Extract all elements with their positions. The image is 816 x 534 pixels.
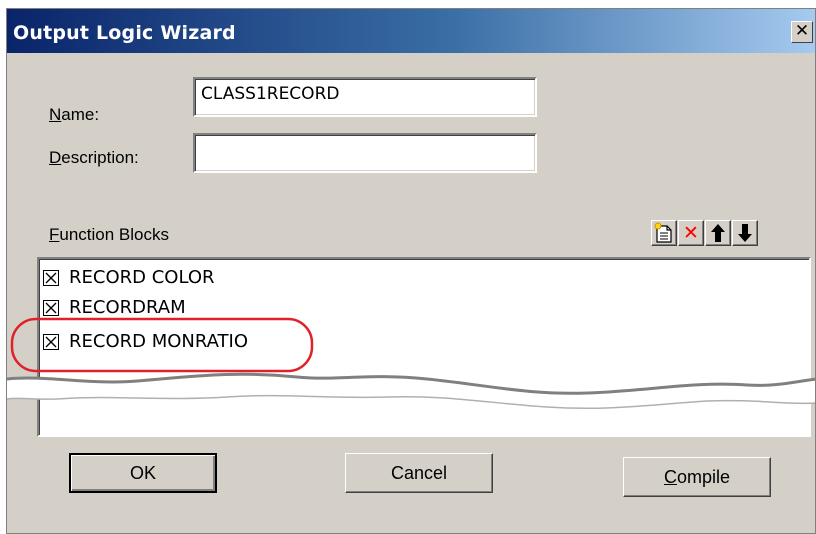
close-icon: ✕ <box>794 21 810 41</box>
list-item[interactable]: RECORDRAM <box>43 297 186 318</box>
compile-button[interactable]: Compile <box>623 457 771 497</box>
window-title: Output Logic Wizard <box>13 22 236 44</box>
checkbox-checked-icon[interactable] <box>43 270 59 286</box>
title-bar[interactable]: Output Logic Wizard ✕ <box>7 9 815 53</box>
new-document-icon <box>654 222 672 243</box>
ok-button[interactable]: OK <box>69 453 217 493</box>
description-field[interactable] <box>193 133 537 173</box>
name-label: Name: <box>49 105 100 124</box>
list-item[interactable]: RECORD COLOR <box>43 267 215 288</box>
arrow-up-icon <box>711 224 725 242</box>
delete-block-button[interactable]: ✕ <box>678 220 704 246</box>
move-down-button[interactable] <box>732 220 758 246</box>
description-label: Description: <box>49 148 139 167</box>
name-field[interactable]: CLASS1RECORD <box>193 77 537 117</box>
list-item-label: RECORD COLOR <box>69 267 215 288</box>
new-block-button[interactable] <box>651 220 677 246</box>
torn-edge-divider <box>7 372 815 410</box>
checkbox-checked-icon[interactable] <box>43 300 59 316</box>
function-blocks-label: Function Blocks <box>49 225 170 244</box>
list-item-label: RECORDRAM <box>69 297 186 318</box>
cancel-button[interactable]: Cancel <box>345 453 493 493</box>
arrow-down-icon <box>738 224 752 242</box>
delete-icon: ✕ <box>683 222 699 244</box>
move-up-button[interactable] <box>705 220 731 246</box>
output-logic-wizard-dialog: Output Logic Wizard ✕ Name: CLASS1RECORD… <box>6 8 816 534</box>
close-button[interactable]: ✕ <box>791 21 813 43</box>
